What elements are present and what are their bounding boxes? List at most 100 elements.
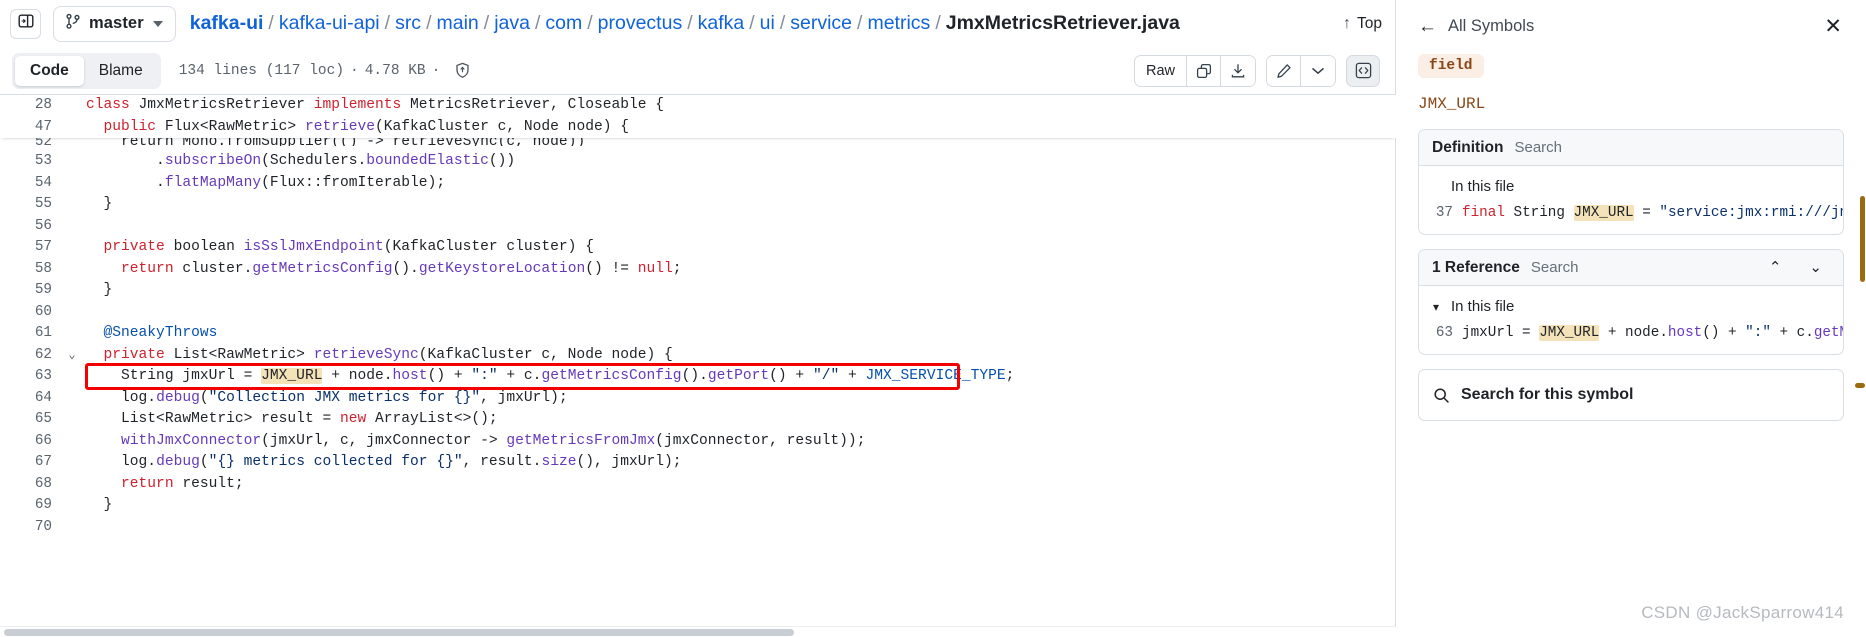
scroll-to-top-link[interactable]: ↑ Top	[1323, 15, 1382, 33]
line-number[interactable]: 52	[0, 138, 62, 149]
line-number[interactable]: 56	[0, 216, 62, 238]
line-number[interactable]: 60	[0, 302, 62, 324]
horizontal-scrollbar-thumb[interactable]	[4, 629, 794, 636]
references-group-in-this-file[interactable]: ▾ In this file	[1419, 295, 1843, 318]
panel-scroll-indicator-secondary[interactable]	[1855, 383, 1865, 388]
code-token: List<RawMetric> result =	[86, 411, 340, 427]
line-number[interactable]: 70	[0, 517, 62, 539]
breadcrumb-separator: /	[587, 12, 593, 34]
breadcrumb-item-service[interactable]: service	[790, 12, 852, 35]
chevron-up-icon[interactable]: ⌃	[1769, 260, 1782, 275]
line-number[interactable]: 66	[0, 431, 62, 453]
breadcrumb-item-com[interactable]: com	[545, 12, 582, 35]
line-number[interactable]: 47	[0, 117, 62, 139]
tab-blame[interactable]: Blame	[84, 56, 158, 86]
breadcrumb-separator: /	[483, 12, 490, 34]
chevron-down-icon[interactable]: ▾	[1433, 300, 1451, 314]
line-number[interactable]: 28	[0, 95, 62, 117]
code-token: () +	[769, 368, 813, 384]
raw-button[interactable]: Raw	[1134, 55, 1187, 86]
references-search-link[interactable]: Search	[1531, 259, 1579, 276]
line-number[interactable]: 64	[0, 388, 62, 410]
chevron-down-icon[interactable]: ⌄	[62, 345, 82, 367]
arrow-left-icon[interactable]: ←	[1418, 17, 1437, 36]
code-token: () +	[1702, 325, 1746, 341]
definition-snippet[interactable]: 37 final String JMX_URL = "service:jmx:r…	[1419, 198, 1843, 223]
reference-snippet[interactable]: 63 jmxUrl = JMX_URL + node.host() + ":" …	[1419, 318, 1843, 343]
chevron-down-icon	[152, 20, 163, 27]
symbol-kind-badge: field	[1418, 54, 1484, 78]
code-token: boundedElastic	[366, 153, 489, 169]
code-token: JMX_URL	[1573, 205, 1634, 221]
definition-group-in-this-file[interactable]: ▼ In this file	[1419, 175, 1843, 198]
close-icon[interactable]: ✕	[1822, 16, 1844, 37]
references-section: 1 Reference Search ⌃ ⌄ ▾ In this file 63…	[1418, 249, 1844, 355]
code-viewport[interactable]: 28 class JmxMetricsRetriever implements M…	[0, 95, 1396, 637]
branch-selector[interactable]: master	[53, 5, 176, 42]
breadcrumb-filename: JmxMetricsRetriever.java	[945, 12, 1180, 34]
code-token: + node.	[322, 368, 393, 384]
chevron-down-icon[interactable]	[1301, 55, 1335, 86]
code-token: return Mono.fromSupplier(() -> retrieveS…	[86, 138, 586, 146]
line-number[interactable]: 58	[0, 259, 62, 281]
search-icon	[1433, 387, 1450, 404]
code-token: retrieveSync	[313, 346, 419, 363]
breadcrumb-item-kafka-ui-api[interactable]: kafka-ui-api	[279, 12, 380, 35]
code-token: flatMapMany	[164, 174, 262, 191]
line-number[interactable]: 57	[0, 237, 62, 259]
breadcrumb-item-java[interactable]: java	[494, 12, 530, 35]
raw-copy-download-group: Raw	[1133, 54, 1256, 87]
breadcrumb-item-kafka-ui[interactable]: kafka-ui	[190, 12, 264, 35]
code-token: return	[121, 475, 183, 492]
git-branch-icon	[65, 13, 81, 35]
code-line-content: private boolean isSslJmxEndpoint(KafkaCl…	[82, 237, 1396, 259]
line-number[interactable]: 65	[0, 409, 62, 431]
code-token: isSslJmxEndpoint	[243, 239, 384, 255]
code-line: 56	[0, 216, 1396, 238]
breadcrumb-item-kafka[interactable]: kafka	[698, 12, 745, 35]
code-blame-tabs: Code Blame	[12, 52, 161, 89]
sidebar-toggle-button[interactable]	[10, 8, 41, 39]
breadcrumb-item-provectus[interactable]: provectus	[598, 12, 683, 35]
line-number[interactable]: 67	[0, 452, 62, 474]
tab-code[interactable]: Code	[15, 55, 84, 86]
code-token: class	[86, 97, 139, 113]
toolbar-actions: Raw	[1133, 54, 1380, 87]
all-symbols-link[interactable]: All Symbols	[1448, 17, 1534, 36]
code-token: "Collection JMX metrics for {}"	[208, 389, 481, 406]
copy-icon[interactable]	[1187, 55, 1221, 86]
code-brackets-icon[interactable]	[1346, 54, 1380, 87]
breadcrumb-separator: /	[426, 12, 432, 34]
code-token: (Flux::fromIterable);	[261, 174, 446, 191]
code-line: 28 class JmxMetricsRetriever implements M…	[0, 95, 1396, 117]
code-line-content: }	[82, 280, 1396, 302]
search-for-symbol-button[interactable]: Search for this symbol	[1418, 369, 1844, 421]
panel-scroll-indicator[interactable]	[1860, 196, 1865, 282]
code-line: 64 log.debug("Collection JMX metrics for…	[0, 388, 1396, 410]
references-title: 1 Reference	[1432, 258, 1520, 276]
shield-check-icon[interactable]	[454, 62, 471, 79]
line-number[interactable]: 62	[0, 345, 62, 367]
code-token: (Schedulers.	[261, 153, 367, 169]
breadcrumb-item-src[interactable]: src	[395, 12, 421, 35]
line-number[interactable]: 55	[0, 194, 62, 216]
code-token: JMX_URL	[261, 368, 323, 384]
definition-search-link[interactable]: Search	[1514, 139, 1562, 156]
line-number[interactable]: 69	[0, 495, 62, 517]
line-number[interactable]: 54	[0, 173, 62, 195]
breadcrumb-item-ui[interactable]: ui	[760, 12, 775, 35]
line-number[interactable]: 63	[0, 366, 62, 388]
line-number[interactable]: 68	[0, 474, 62, 496]
chevron-down-icon[interactable]: ⌄	[1809, 260, 1822, 275]
line-number[interactable]: 53	[0, 151, 62, 173]
breadcrumb-item-metrics[interactable]: metrics	[867, 12, 930, 35]
line-number[interactable]: 59	[0, 280, 62, 302]
horizontal-scrollbar[interactable]	[0, 626, 1396, 637]
line-number[interactable]: 61	[0, 323, 62, 345]
pencil-icon[interactable]	[1267, 55, 1301, 86]
download-icon[interactable]	[1221, 55, 1255, 86]
definition-snippet-code: final String JMX_URL = "service:jmx:rmi:…	[1462, 205, 1843, 221]
breadcrumb-item-main[interactable]: main	[436, 12, 478, 35]
